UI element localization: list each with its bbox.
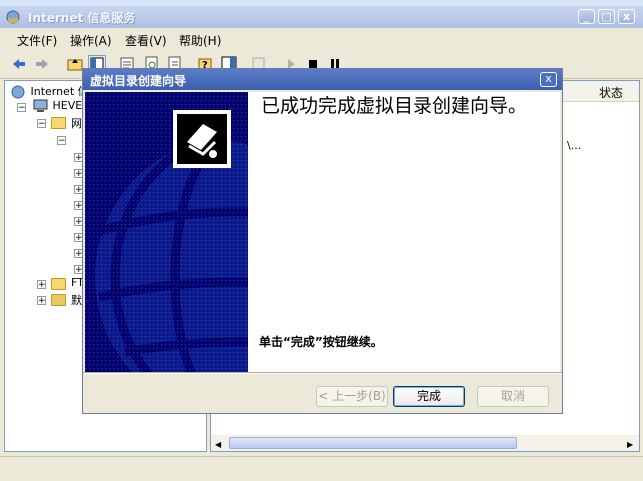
iis-app-icon — [5, 9, 21, 25]
collapse-website-icon[interactable]: − — [57, 136, 66, 146]
scroll-left-icon[interactable]: ◀ — [215, 440, 221, 449]
tree-item-site-label[interactable]: 网 — [71, 115, 82, 131]
wizard-separator — [83, 372, 562, 374]
wizard-dialog: 虚拟目录创建向导 x 已成功完成虚拟目录创建向导。 单击“完成”按钮继续。 < … — [82, 68, 563, 414]
wizard-close-button[interactable]: x — [540, 72, 557, 87]
default-site-icon — [51, 294, 66, 306]
wizard-title: 虚拟目录创建向导 — [90, 74, 187, 88]
menu-view[interactable]: 查看(V) — [125, 32, 167, 49]
list-cell-fragment: \... — [567, 139, 582, 152]
tree-item-default-label[interactable]: 默 — [71, 292, 82, 308]
close-button[interactable]: x — [618, 9, 635, 24]
wizard-content: 已成功完成虚拟目录创建向导。 单击“完成”按钮继续。 — [248, 92, 560, 372]
wizard-side-banner — [85, 92, 248, 372]
tree-root-label: Internet 信 — [30, 85, 89, 98]
scroll-right-icon[interactable]: ▶ — [627, 440, 633, 449]
computer-icon — [33, 99, 48, 112]
wizard-hint: 单击“完成”按钮继续。 — [259, 335, 383, 349]
menu-help[interactable]: 帮助(H) — [179, 32, 221, 49]
expand-ftp-icon[interactable]: + — [37, 280, 46, 290]
expand-default-icon[interactable]: + — [37, 296, 46, 306]
status-bar — [0, 456, 643, 481]
wizard-book-icon — [173, 110, 231, 168]
column-status[interactable]: 状态 — [599, 84, 623, 101]
back-button[interactable]: < 上一步(B) — [316, 386, 388, 407]
back-arrow-icon[interactable] — [10, 55, 28, 73]
menubar: 文件(F) 操作(A) 查看(V) 帮助(H) — [0, 28, 643, 50]
wizard-titlebar: 虚拟目录创建向导 x — [83, 69, 562, 90]
horizontal-scrollbar[interactable]: ◀ ▶ — [211, 435, 639, 451]
finish-button[interactable]: 完成 — [393, 386, 465, 407]
app-title: Internet 信息服务 — [28, 11, 136, 25]
minimize-button[interactable]: _ — [578, 9, 595, 24]
folder-icon — [51, 278, 66, 290]
collapse-site-icon[interactable]: − — [37, 119, 46, 129]
menu-file[interactable]: 文件(F) — [17, 32, 57, 49]
forward-arrow-icon[interactable] — [33, 55, 51, 73]
wizard-heading: 已成功完成虚拟目录创建向导。 — [261, 95, 528, 117]
globe-graphic — [85, 92, 248, 372]
cancel-button[interactable]: 取消 — [477, 386, 549, 407]
collapse-server-icon[interactable]: − — [17, 103, 26, 113]
app-titlebar: Internet 信息服务 _ □ x — [0, 6, 643, 28]
folder-icon — [51, 117, 66, 129]
scroll-thumb[interactable] — [229, 437, 517, 449]
menu-action[interactable]: 操作(A) — [70, 32, 112, 49]
tree-root[interactable]: Internet 信 — [11, 83, 89, 99]
iis-icon — [11, 85, 25, 99]
maximize-button[interactable]: □ — [598, 9, 615, 24]
